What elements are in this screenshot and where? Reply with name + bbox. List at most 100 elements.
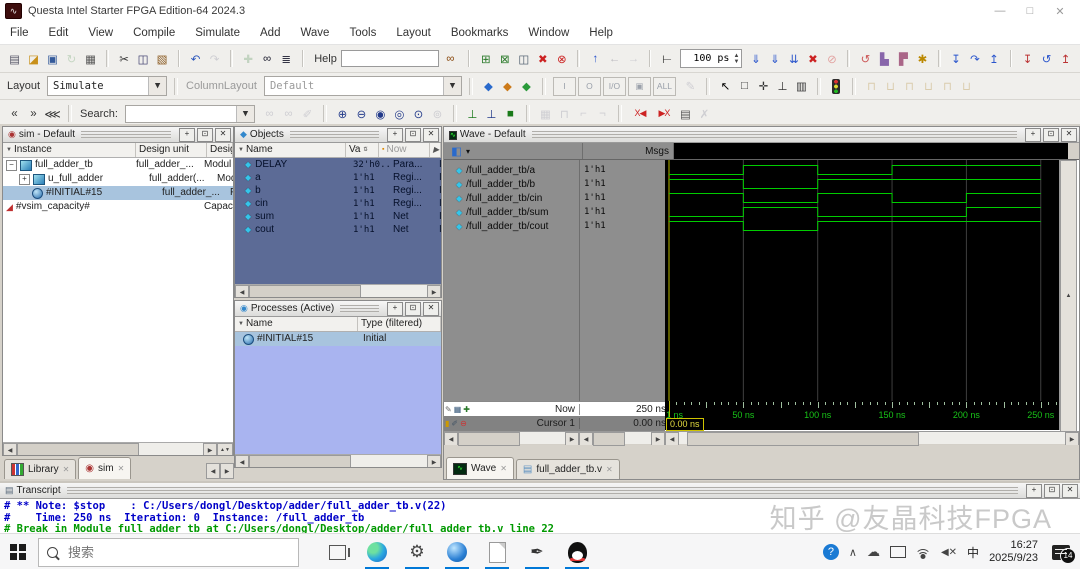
close-button[interactable]: ✕ [1045, 5, 1075, 18]
lock-icon[interactable]: ▮ [445, 419, 449, 428]
wave-delete-icon[interactable]: ⊔ [882, 78, 899, 94]
tree-row[interactable]: ◢#vsim_capacity#Capac [3, 200, 233, 214]
add-to-wave-icon[interactable]: ◆ [480, 78, 497, 94]
panel-undock-button[interactable]: ⊡ [405, 302, 421, 316]
zoom-out-icon[interactable]: ⊖ [353, 106, 370, 122]
chip-icon[interactable]: ▦ [454, 405, 462, 414]
combo-arrow-icon[interactable]: ▼ [443, 77, 461, 95]
memory-profile-icon[interactable]: ▛ [895, 51, 912, 67]
menu-layout[interactable]: Layout [386, 27, 441, 39]
objects-panel-header[interactable]: ◆ Objects + ⊡ ✕ [235, 127, 441, 143]
edit-pencil-icon[interactable]: ✎ [682, 78, 699, 94]
step-into-icon[interactable]: ↧ [948, 51, 965, 67]
copy-icon[interactable]: ◫ [135, 51, 152, 67]
left-tab-sim[interactable]: ◉sim✕ [78, 457, 131, 479]
add-to-dataflow-icon[interactable]: ◆ [518, 78, 535, 94]
filter-i-button[interactable]: I [553, 77, 576, 96]
panel-close-button[interactable]: ✕ [1061, 128, 1077, 142]
wave-invert-icon[interactable]: ⊓ [901, 78, 918, 94]
corner-a-icon[interactable]: ⌐ [575, 106, 592, 122]
fold-all-icon[interactable]: ⋘ [44, 106, 61, 122]
cut-icon[interactable]: ✂ [116, 51, 133, 67]
expander-icon[interactable]: + [19, 174, 30, 185]
menu-wave[interactable]: Wave [290, 27, 339, 39]
wave-signal-name[interactable]: ◆/full_adder_tb/b [444, 177, 579, 191]
edge-button[interactable] [357, 534, 397, 569]
object-row[interactable]: ◆cin1'h1Regi...Int [235, 197, 441, 210]
select-mode-icon[interactable]: □ [736, 78, 753, 94]
objects-hscrollbar[interactable]: ◀ ▶ [235, 284, 441, 297]
sim-hscrollbar[interactable]: ◀ ▶ ▲▼ [3, 442, 233, 455]
document-app-button[interactable] [477, 534, 517, 569]
help-tray-icon[interactable]: ? [823, 544, 839, 560]
panel-close-button[interactable]: ✕ [1062, 484, 1078, 498]
wave-dim-icon[interactable]: ⊓ [556, 106, 573, 122]
settings-gear-button[interactable]: ⚙ [397, 534, 437, 569]
scroll-right-icon[interactable]: ▶ [203, 443, 217, 456]
edit-columns-icon[interactable]: ▥ [793, 78, 810, 94]
sync-cursors-icon[interactable]: ■ [502, 106, 519, 122]
cursor-label[interactable]: Cursor 1 [537, 418, 579, 429]
menu-compile[interactable]: Compile [123, 27, 185, 39]
tab-close-icon[interactable]: ✕ [118, 464, 125, 473]
spinner-down-icon[interactable]: ▼ [733, 59, 739, 65]
search-input[interactable] [126, 106, 236, 121]
menu-tools[interactable]: Tools [339, 27, 386, 39]
add-item-icon[interactable]: ✚ [240, 51, 257, 67]
find-clear-icon[interactable]: ✐ [299, 106, 316, 122]
processes-col-1[interactable]: Type (filtered) [358, 317, 441, 331]
names-hscrollbar[interactable]: ◀ ▶ [444, 432, 579, 444]
wave-panel-header[interactable]: ∿ Wave - Default + ⊡ ✕ [444, 127, 1079, 143]
panel-undock-button[interactable]: ⊡ [1044, 484, 1060, 498]
wave-signal-name[interactable]: ◆/full_adder_tb/a [444, 163, 579, 177]
tab-scroll-right-icon[interactable]: ▶ [220, 463, 234, 479]
sim-col-1[interactable]: Design unit [136, 143, 207, 157]
menu-edit[interactable]: Edit [39, 27, 79, 39]
print-icon[interactable]: ▦ [82, 51, 99, 67]
scroll-left-icon[interactable]: ◀ [235, 455, 249, 468]
canvas-hscrollbar[interactable]: ◀ ▶ [665, 432, 1079, 444]
taskbar-clock[interactable]: 16:27 2025/9/23 [989, 539, 1038, 565]
stop-hand-icon[interactable]: ✱ [914, 51, 931, 67]
panel-undock-button[interactable]: ⊡ [1043, 128, 1059, 142]
scroll-up-icon[interactable]: ▲ [1060, 160, 1077, 432]
grid-dim-icon[interactable]: ▦ [537, 106, 554, 122]
panel-undock-button[interactable]: ⊡ [405, 128, 421, 142]
open-folder-icon[interactable]: ◪ [25, 51, 42, 67]
cursor-pair-icon[interactable]: ⊥ [774, 78, 791, 94]
scroll-left-icon[interactable]: ◀ [444, 432, 458, 446]
object-row[interactable]: ◆cout1'h1NetInt [235, 223, 441, 236]
chevron-up-icon[interactable]: ∧ [849, 546, 857, 559]
scroll-left-icon[interactable]: ◀ [665, 432, 679, 446]
ime-indicator[interactable]: 中 [967, 544, 979, 561]
processes-col-0[interactable]: ▼Name [235, 317, 358, 331]
cancel-wand-icon[interactable]: ✗ [696, 106, 713, 122]
break-icon[interactable]: ✖ [804, 51, 821, 67]
tab-close-icon[interactable]: ✕ [63, 465, 70, 474]
find-next-icon[interactable]: ∞ [261, 106, 278, 122]
panel-grip[interactable] [340, 305, 379, 312]
columnlayout-combo[interactable]: Default ▼ [264, 76, 462, 96]
panel-add-button[interactable]: + [1025, 128, 1041, 142]
wave-group-caret-icon[interactable]: ▾ [466, 147, 470, 156]
pen-app-button[interactable]: ✒ [517, 534, 557, 569]
compile-all-icon[interactable]: ⊠ [496, 51, 513, 67]
corner-b-icon[interactable]: ¬ [594, 106, 611, 122]
tree-row[interactable]: +u_full_adderfull_adder(...Modul [3, 172, 233, 186]
wrench-icon[interactable]: ✐ [451, 419, 458, 428]
scroll-right-icon[interactable]: ▶ [565, 432, 579, 446]
start-button[interactable] [10, 544, 26, 560]
add-green-icon[interactable]: ✚ [463, 405, 470, 414]
display-icon[interactable] [890, 546, 906, 558]
panel-grip[interactable] [532, 131, 1017, 138]
next-transition-icon[interactable]: ▶X [653, 106, 675, 122]
panel-close-button[interactable]: ✕ [423, 302, 439, 316]
menu-add[interactable]: Add [250, 27, 290, 39]
new-file-icon[interactable]: ▤ [6, 51, 23, 67]
objects-col-name[interactable]: ▼Name [235, 143, 346, 157]
scroll-left-icon[interactable]: ◀ [3, 443, 17, 456]
panel-grip[interactable] [81, 131, 171, 138]
object-row[interactable]: ◆DELAY32'h0...Para...Int [235, 158, 441, 171]
menu-bookmarks[interactable]: Bookmarks [441, 27, 519, 39]
objects-col-more[interactable]: ▶ [430, 143, 441, 157]
